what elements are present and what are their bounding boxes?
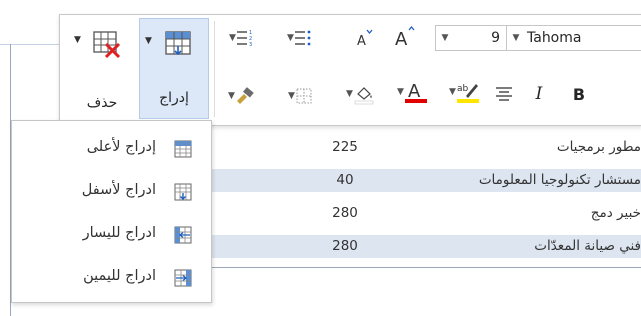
borders-button[interactable]: ▼: [278, 83, 320, 109]
italic-label: I: [535, 84, 543, 104]
grow-font-button[interactable]: A: [391, 23, 419, 49]
insert-below-label: ادراج لأسفل: [81, 182, 156, 198]
font-size-dropdown-icon[interactable]: ▼: [436, 33, 454, 43]
delete-button[interactable]: ▼ حذف: [68, 19, 136, 123]
svg-text:A: A: [395, 29, 408, 48]
table-row[interactable]: 280 خبير دمج: [210, 202, 641, 225]
bullet-list-button[interactable]: ▼: [278, 25, 318, 51]
grow-font-icon: A: [395, 25, 415, 48]
font-color-button[interactable]: ▼ A: [388, 79, 434, 105]
font-name-dropdown-icon[interactable]: ▼: [507, 33, 525, 43]
insert-label: إدراج: [159, 90, 189, 106]
insert-dropdown-arrow-icon[interactable]: ▼: [145, 36, 152, 46]
table-cell-value[interactable]: 225: [310, 139, 380, 155]
table-cell-value[interactable]: 40: [310, 172, 380, 188]
delete-table-icon: [93, 31, 121, 59]
insert-left-item[interactable]: ادراج لليسار: [12, 215, 211, 255]
italic-button[interactable]: I: [526, 81, 552, 107]
format-painter-button[interactable]: ▼: [220, 83, 260, 109]
insert-right-item[interactable]: ادراج لليمين: [12, 258, 211, 298]
delete-label: حذف: [86, 95, 118, 111]
insert-below-item[interactable]: ادراج لأسفل: [12, 172, 211, 212]
insert-above-item[interactable]: إدراج لأعلى: [12, 129, 211, 169]
table-row[interactable]: 40 مستشار تكنولوجيا المعلومات: [210, 169, 641, 192]
font-size-value: 9: [491, 30, 500, 46]
insert-table-icon: [165, 31, 191, 56]
shading-bucket-icon: [354, 87, 374, 105]
mini-toolbar: ▼ حذف ▼ إدراج ▼ 1 2 3 ▼ A A ▼ 9 ▼ Tahoma…: [59, 14, 641, 126]
font-size-select[interactable]: ▼ 9: [435, 25, 507, 51]
svg-text:3: 3: [249, 42, 252, 47]
svg-text:A: A: [357, 34, 366, 48]
highlight-pen-icon: ab: [456, 84, 479, 103]
toolbar-separator: [214, 21, 215, 117]
highlight-button[interactable]: ▼ ab: [440, 79, 486, 105]
insert-left-icon: [174, 226, 192, 244]
font-name-select[interactable]: ▼ Tahoma: [506, 25, 641, 51]
table-cell-value[interactable]: 280: [310, 205, 380, 221]
center-align-button[interactable]: [490, 81, 518, 107]
table-cell-job[interactable]: خبير دمج: [391, 205, 641, 221]
table-row[interactable]: 280 فني صيانة المعدّات: [210, 235, 641, 258]
format-painter-icon: [236, 87, 254, 104]
numbered-list-button[interactable]: ▼ 1 2 3: [220, 25, 260, 51]
bold-button[interactable]: B: [566, 81, 592, 107]
table-cell-job[interactable]: مستشار تكنولوجيا المعلومات: [391, 172, 641, 188]
shrink-font-icon: A: [357, 29, 373, 48]
table-row[interactable]: 225 مطور برمجيات: [210, 136, 641, 159]
insert-above-label: إدراج لأعلى: [86, 139, 156, 155]
bold-label: B: [572, 84, 586, 104]
insert-menu: إدراج لأعلى ادراج لأسفل ادراج لليسار ادر…: [11, 120, 212, 303]
insert-right-icon: [174, 269, 192, 287]
table-cell-job[interactable]: مطور برمجيات: [391, 139, 641, 155]
insert-button[interactable]: ▼ إدراج: [139, 18, 209, 119]
align-center-icon: [496, 87, 512, 101]
font-name-value: Tahoma: [527, 30, 582, 46]
insert-above-icon: [174, 140, 192, 158]
shading-button[interactable]: ▼: [336, 81, 382, 107]
font-color-icon: A: [404, 81, 427, 103]
numbered-list-icon: 1 2 3: [236, 30, 252, 47]
delete-dropdown-arrow-icon[interactable]: ▼: [74, 35, 81, 45]
insert-left-label: ادراج لليسار: [82, 225, 156, 241]
table-bottom-border: [210, 267, 641, 268]
insert-right-label: ادراج لليمين: [83, 268, 156, 284]
svg-text:ab: ab: [457, 84, 469, 94]
table-cell-value[interactable]: 280: [310, 238, 380, 254]
table-cell-job[interactable]: فني صيانة المعدّات: [391, 238, 641, 254]
insert-below-icon: [174, 183, 192, 201]
borders-icon: [296, 88, 312, 104]
shrink-font-button[interactable]: A: [352, 25, 376, 51]
bullet-list-icon: [294, 30, 311, 46]
svg-text:A: A: [408, 81, 421, 102]
